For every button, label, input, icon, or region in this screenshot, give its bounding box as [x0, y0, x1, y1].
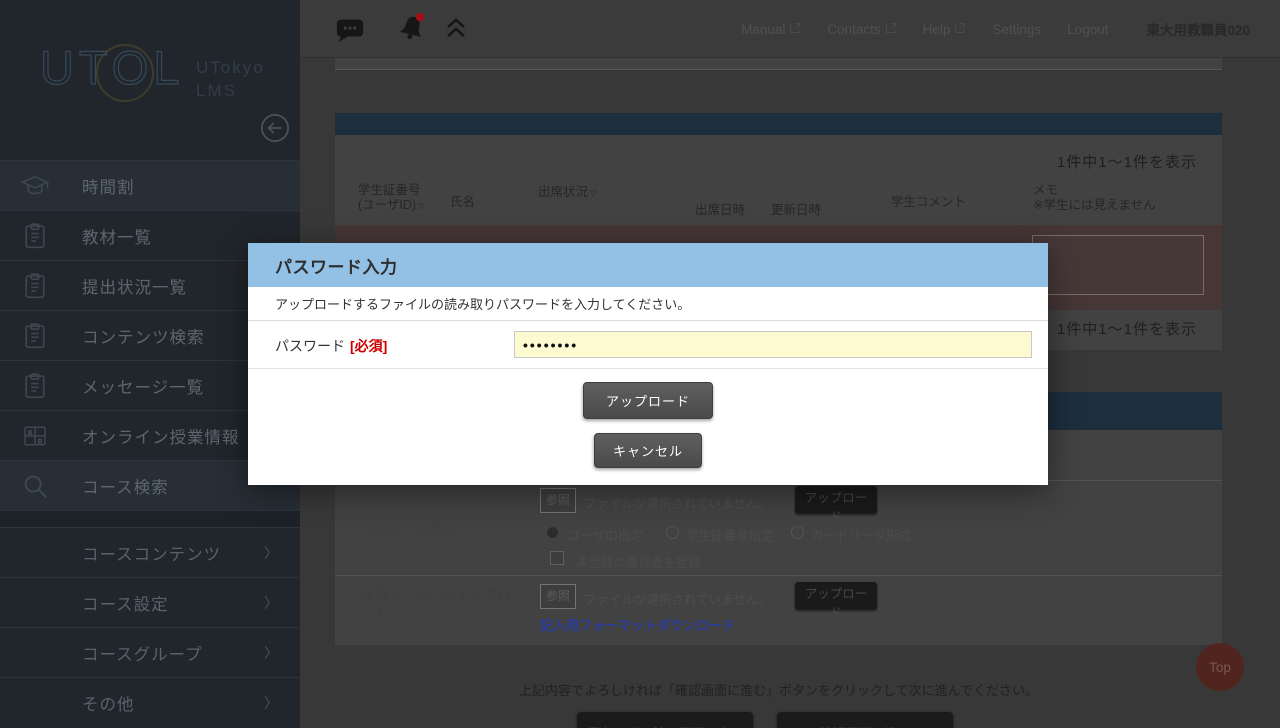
radio-user-id[interactable]	[546, 526, 559, 539]
bulk-upload-label: 出席データ一括アップロード	[362, 586, 512, 624]
format-download-link[interactable]: 記入用フォーマットダウンロード	[540, 615, 735, 634]
confirm-instruction-text: 上記内容でよろしければ「確認画面に進む」ボタンをクリックして次に進んでください。	[335, 680, 1222, 699]
sort-icon: ▽	[590, 188, 597, 198]
browse-button[interactable]: 参照	[540, 488, 576, 513]
browse-button[interactable]: 参照	[540, 584, 576, 609]
sidebar-collapse-button[interactable]	[260, 113, 290, 143]
column-header-name: 氏名	[450, 195, 475, 210]
scroll-to-top-button[interactable]: Top	[1196, 643, 1244, 691]
column-header-student-comment: 学生コメント	[891, 195, 966, 210]
bulk-register-row: 出席者一括登録 参照 ファイルが選択されていません。 アップロード ユーザID指…	[335, 480, 1222, 575]
chevron-right-icon: 〉	[264, 593, 278, 613]
online-class-icon	[20, 421, 50, 451]
password-label: パスワード[必須]	[275, 336, 387, 356]
sort-icon: ▽	[418, 201, 425, 211]
clipboard-icon	[20, 221, 50, 251]
column-header-student-id[interactable]: 学生証番号 (ユーザID)▽	[358, 183, 425, 214]
radio-card-reader[interactable]	[791, 526, 804, 539]
logo-area: UTOL UTokyo LMS	[0, 0, 300, 160]
column-header-attendance-time: 出席日時	[695, 203, 745, 218]
clipboard-icon	[20, 271, 50, 301]
column-header-attendance-status[interactable]: 出席状況▽	[538, 185, 597, 201]
help-link[interactable]: Help	[923, 22, 967, 37]
password-input[interactable]	[514, 331, 1032, 358]
search-icon	[20, 471, 50, 501]
chevron-right-icon: 〉	[264, 543, 278, 563]
table-card-sliver	[335, 58, 1222, 70]
topbar-links: Manual Contacts Help Settings	[741, 0, 1280, 58]
username-display: 東大用教職員020	[1146, 19, 1250, 39]
sidebar-group-course-group[interactable]: コースグループ 〉	[0, 627, 300, 677]
no-file-selected-text: ファイルが選択されていません。	[584, 493, 771, 512]
sidebar-group-course-contents[interactable]: コースコンテンツ 〉	[0, 527, 300, 577]
radio-user-id-label: ユーザID指定	[568, 525, 643, 544]
clipboard-icon	[20, 321, 50, 351]
utol-logo: UTOL	[40, 40, 185, 95]
chevron-right-icon: 〉	[264, 693, 278, 713]
collapse-topbar-icon[interactable]	[444, 17, 468, 44]
back-without-saving-button[interactable]: 保存せずに前の画面に戻る	[577, 712, 753, 728]
memo-textarea[interactable]	[1032, 235, 1204, 295]
sidebar-divider	[0, 510, 300, 527]
clipboard-icon	[20, 371, 50, 401]
sidebar-item-timetable[interactable]: 時間割	[0, 160, 300, 210]
chevron-right-icon: 〉	[264, 643, 278, 663]
result-count-top: 1件中1〜1件を表示	[1057, 151, 1197, 172]
bulk-register-label: 出席者一括登録	[362, 519, 457, 538]
logout-link[interactable]: Logout	[1067, 22, 1108, 37]
notification-bell-icon[interactable]	[395, 11, 429, 50]
required-badge: [必須]	[350, 338, 387, 354]
register-unenrolled-label: 未登録の履修者を登録	[576, 552, 701, 571]
radio-card-reader-label: カードリーダ形式	[811, 525, 911, 544]
upload-button[interactable]: アップロード	[583, 382, 713, 419]
dialog-actions: アップロード キャンセル	[248, 369, 1048, 485]
upload-button[interactable]: アップロード	[795, 582, 877, 610]
graduation-cap-icon	[20, 171, 50, 201]
messages-bubble-icon[interactable]	[335, 14, 365, 49]
result-count-bottom: 1件中1〜1件を表示	[1057, 318, 1197, 339]
radio-student-card-number[interactable]	[666, 526, 679, 539]
manual-link[interactable]: Manual	[741, 22, 801, 37]
password-dialog: パスワード入力 アップロードするファイルの読み取りパスワードを入力してください。…	[248, 243, 1048, 485]
register-unenrolled-checkbox[interactable]	[550, 551, 564, 565]
no-file-selected-text: ファイルが選択されていません。	[584, 589, 771, 608]
contacts-link[interactable]: Contacts	[827, 22, 896, 37]
password-form-row: パスワード[必須]	[248, 321, 1048, 369]
utol-logo-subtitle: UTokyo LMS	[196, 56, 265, 102]
dialog-message: アップロードするファイルの読み取りパスワードを入力してください。	[248, 287, 1048, 321]
sidebar-group-others[interactable]: その他 〉	[0, 677, 300, 727]
column-header-update-time: 更新日時	[771, 203, 821, 218]
upload-button[interactable]: アップロード	[795, 486, 877, 514]
topbar: Manual Contacts Help Settings	[300, 0, 1280, 58]
bulk-upload-row: 出席データ一括アップロード 参照 ファイルが選択されていません。 アップロード …	[335, 575, 1222, 645]
column-header-memo: メモ ※学生には見えません	[1033, 183, 1156, 213]
external-link-icon	[789, 22, 801, 37]
cancel-button[interactable]: キャンセル	[594, 433, 702, 468]
utol-lms-page: UTOL UTokyo LMS 時間割	[0, 0, 1280, 728]
sidebar-group-course-settings[interactable]: コース設定 〉	[0, 577, 300, 627]
external-link-icon	[885, 22, 897, 37]
dialog-title: パスワード入力	[248, 243, 1048, 287]
proceed-to-confirm-button[interactable]: 確認画面に進む	[777, 712, 953, 728]
settings-link[interactable]: Settings	[992, 22, 1041, 37]
back-arrow-icon	[260, 113, 290, 143]
radio-student-card-number-label: 学生証番号指定	[686, 525, 774, 544]
external-link-icon	[954, 22, 966, 37]
section-header-bar	[335, 113, 1222, 135]
